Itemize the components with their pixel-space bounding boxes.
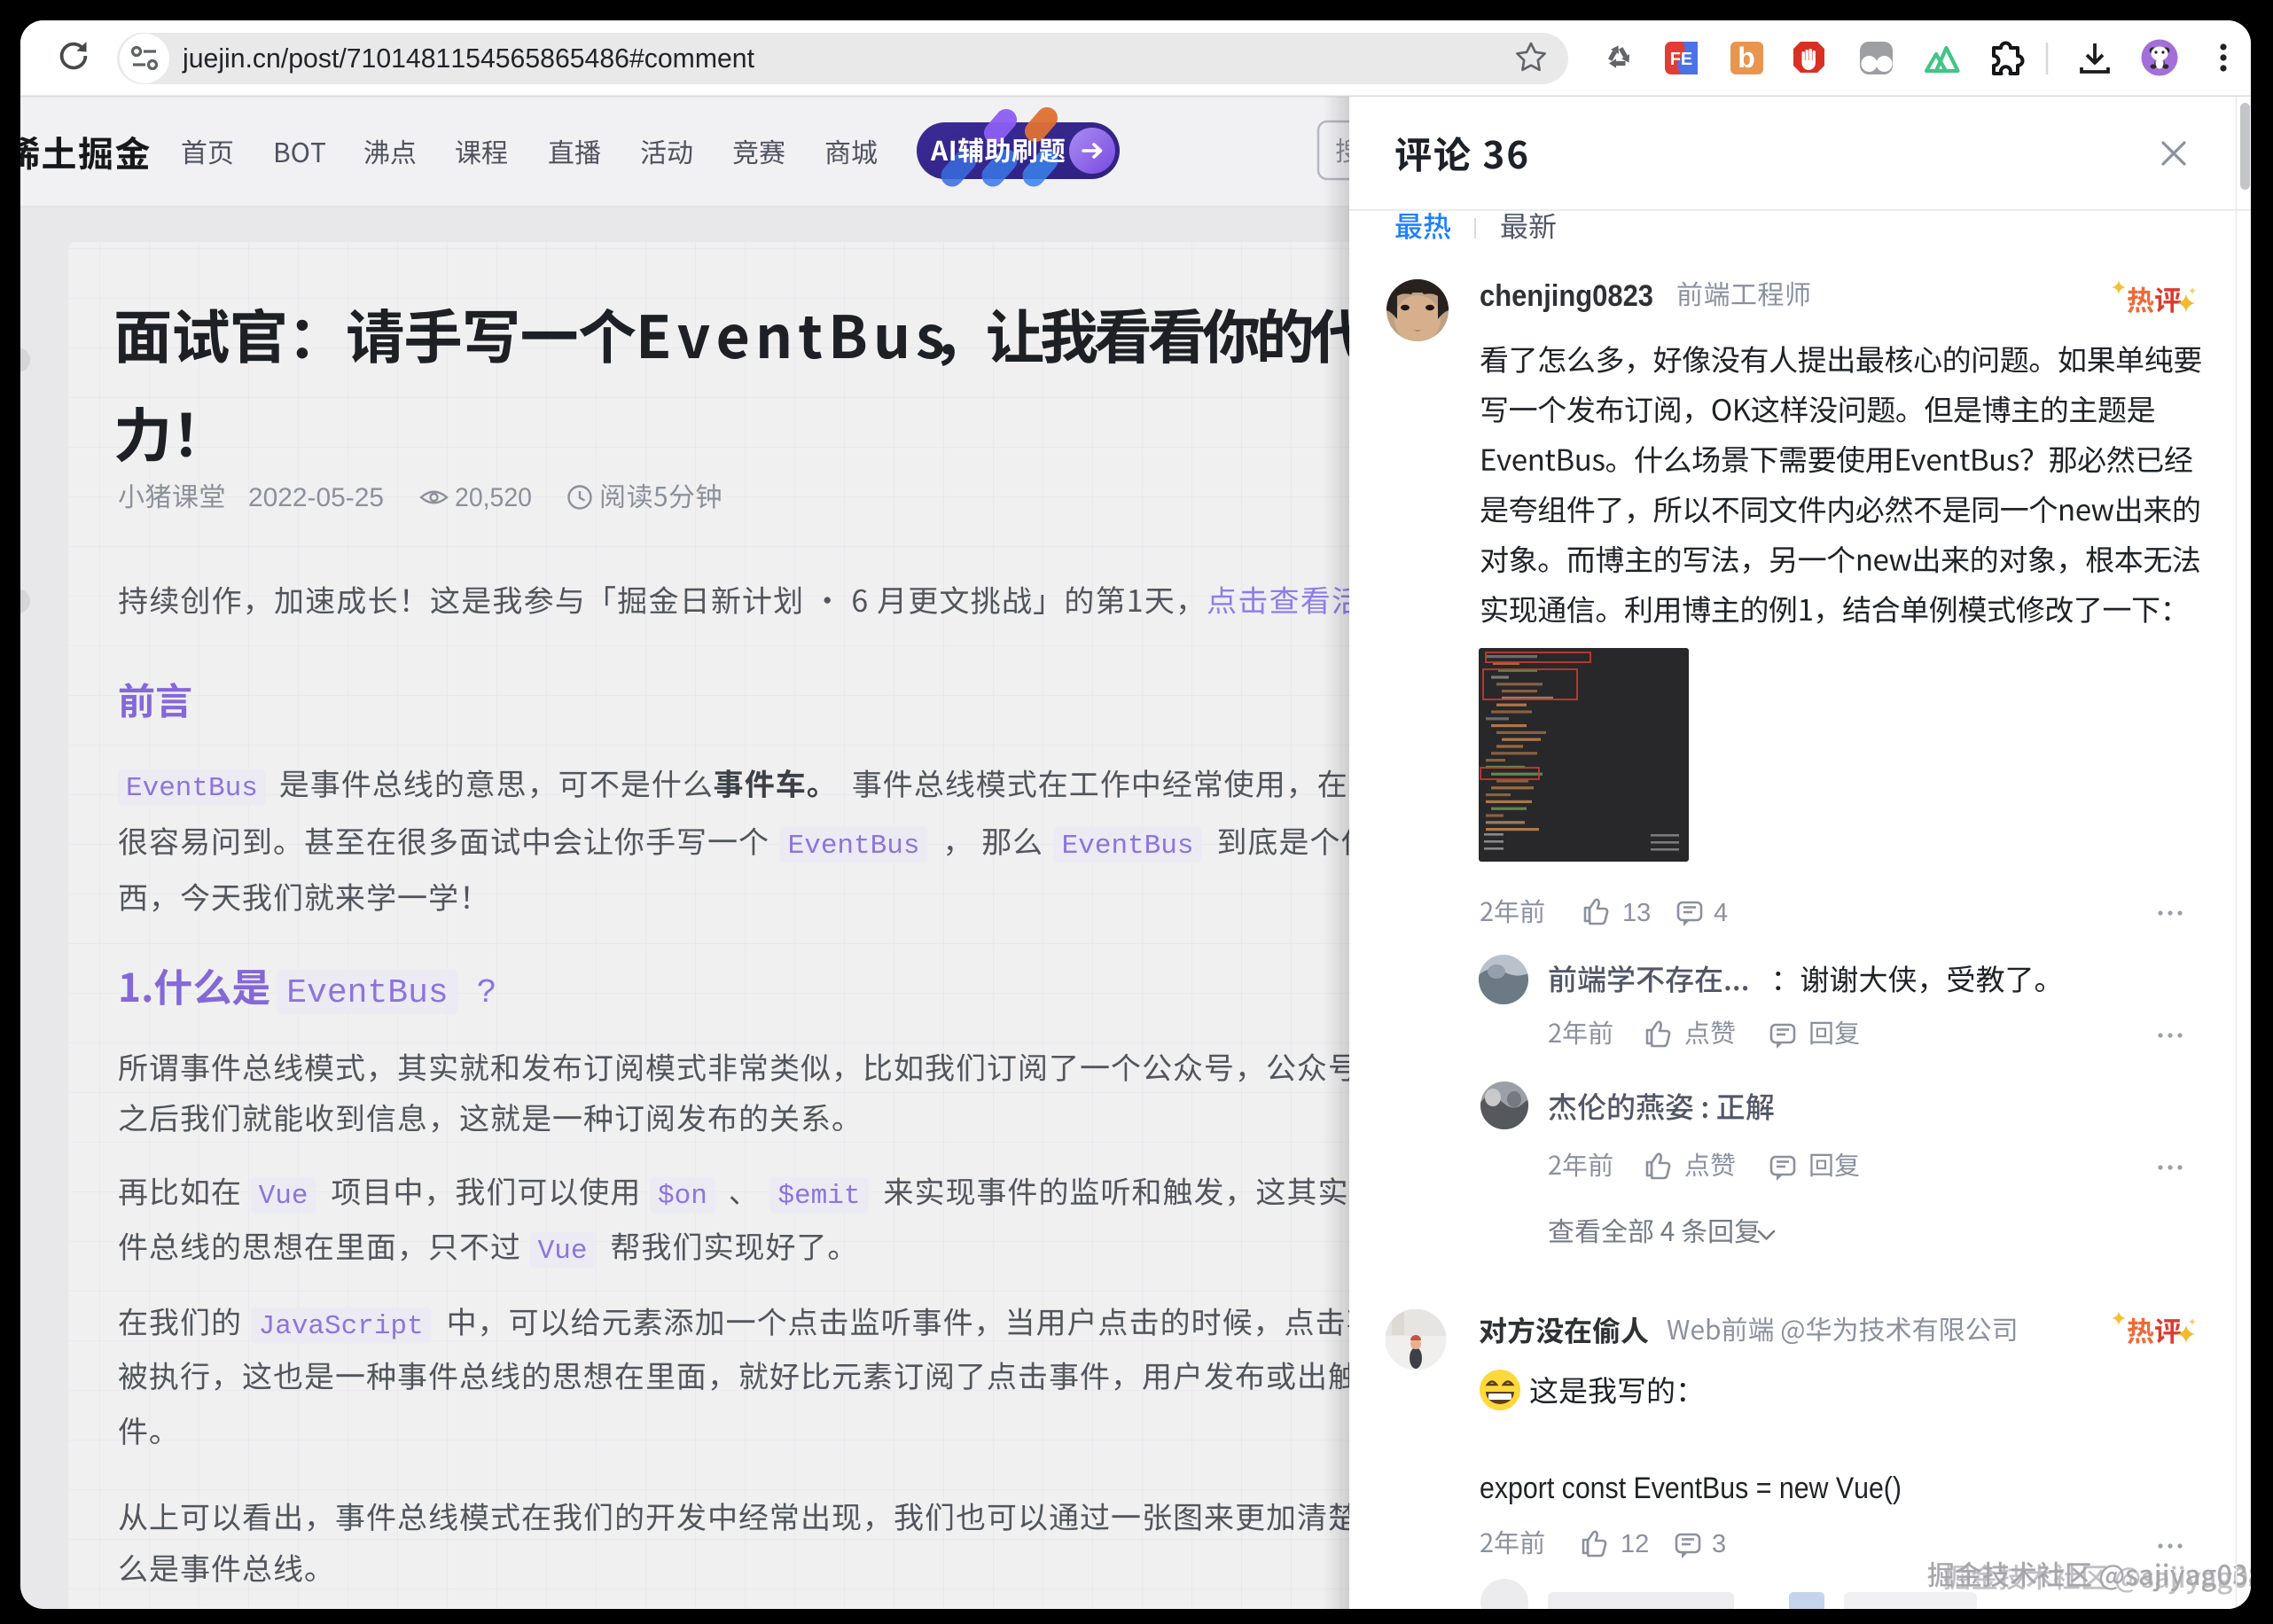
- svg-text:2022-05-25: 2022-05-25: [248, 483, 384, 512]
- svg-text:Vue: Vue: [538, 1236, 588, 1267]
- svg-text:chenjing0823: chenjing0823: [1480, 279, 1653, 313]
- svg-text:Vue: Vue: [259, 1181, 309, 1212]
- svg-text:EventBus: EventBus: [788, 831, 920, 862]
- svg-text:$on: $on: [658, 1181, 707, 1212]
- svg-text:20,520: 20,520: [455, 483, 532, 512]
- svg-text:13: 13: [1622, 899, 1651, 927]
- svg-text:EventBus: EventBus: [126, 773, 258, 804]
- svg-text:?: ?: [477, 974, 497, 1012]
- svg-text:JavaScript: JavaScript: [259, 1311, 424, 1342]
- svg-text:b: b: [1738, 42, 1755, 74]
- svg-text:FE: FE: [1670, 50, 1693, 69]
- svg-text:3: 3: [1712, 1530, 1726, 1558]
- svg-text:juejin.cn/post/710148115456586: juejin.cn/post/7101481154565865486#comme…: [182, 43, 754, 74]
- svg-text:4: 4: [1714, 899, 1728, 927]
- svg-text:$emit: $emit: [777, 1181, 860, 1212]
- svg-text:EventBus: EventBus: [1062, 831, 1194, 862]
- svg-text:export const EventBus = new Vu: export const EventBus = new Vue(): [1480, 1472, 1902, 1505]
- svg-text:EventBus: EventBus: [286, 974, 448, 1012]
- svg-text:12: 12: [1621, 1530, 1649, 1558]
